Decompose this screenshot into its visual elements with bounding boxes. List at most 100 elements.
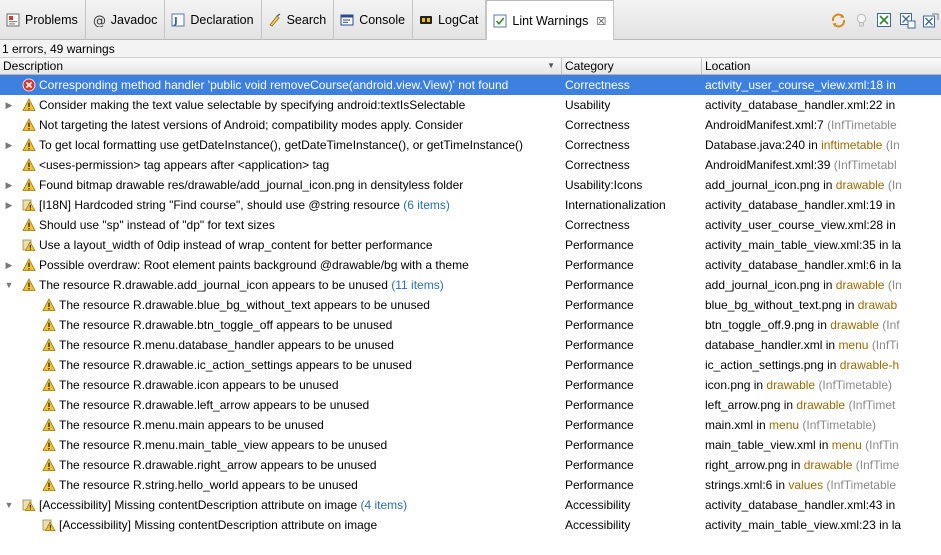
table-row[interactable]: ▶ Found bitmap drawable res/drawable/add_… <box>0 175 941 195</box>
row-location-file: main_table_view.xml in <box>705 438 829 452</box>
row-location-file: add_journal_icon.png in <box>705 278 833 292</box>
expanded-triangle-icon[interactable]: ▼ <box>3 495 15 515</box>
tab-search[interactable]: Search <box>262 0 335 40</box>
table-row[interactable]: The resource R.menu.main appears to be u… <box>0 415 941 435</box>
table-row[interactable]: ▶ To get local formatting use getDateInst… <box>0 135 941 155</box>
row-category-cell: Correctness <box>565 218 630 232</box>
warning-icon <box>22 258 36 272</box>
row-location-cell: activity_user_course_view.xml:28 in <box>702 215 941 235</box>
row-category-cell: Correctness <box>565 118 630 132</box>
row-item-count: (6 items) <box>403 198 450 212</box>
row-description-cell: The resource R.drawable.right_arrow appe… <box>0 455 562 475</box>
table-row[interactable]: The resource R.drawable.left_arrow appea… <box>0 395 941 415</box>
row-location-cell: activity_database_handler.xml:6 in la <box>702 255 941 275</box>
row-description-cell: Should use "sp" instead of "dp" for text… <box>0 215 562 235</box>
row-location-folder: menu <box>769 418 800 432</box>
row-message-text: The resource R.menu.main appears to be u… <box>59 418 324 432</box>
table-row[interactable]: The resource R.drawable.blue_bg_without_… <box>0 295 941 315</box>
refresh-icon[interactable] <box>830 12 847 29</box>
table-row[interactable]: Corresponding method handler 'public voi… <box>0 75 941 95</box>
row-message: The resource R.drawable.blue_bg_without_… <box>59 295 430 315</box>
error-icon <box>22 78 36 92</box>
collapsed-triangle-icon[interactable]: ▶ <box>3 135 15 155</box>
row-message-text: The resource R.drawable.ic_action_settin… <box>59 358 412 372</box>
table-row[interactable]: The resource R.drawable.ic_action_settin… <box>0 355 941 375</box>
table-row[interactable]: <uses-permission> tag appears after <app… <box>0 155 941 175</box>
table-row[interactable]: The resource R.drawable.icon appears to … <box>0 375 941 395</box>
row-message: Possible overdraw: Root element paints b… <box>39 255 469 275</box>
row-message-text: Use a layout_width of 0dip instead of wr… <box>39 238 433 252</box>
row-location-project: (InfTime <box>855 458 900 472</box>
warning-icon <box>22 158 36 172</box>
row-location-cell: btn_toggle_off.9.png in drawable (Inf <box>702 315 941 335</box>
tab-console[interactable]: Console <box>334 0 414 40</box>
table-row[interactable]: ▶ Possible overdraw: Root element paints … <box>0 255 941 275</box>
warning-icon <box>22 238 36 252</box>
row-description-cell: ▶ Found bitmap drawable res/drawable/add_… <box>0 175 562 195</box>
row-location-file: main.xml in <box>705 418 766 432</box>
warning-icon <box>42 418 56 432</box>
svg-text:@: @ <box>93 14 106 27</box>
table-row[interactable]: The resource R.string.hello_world appear… <box>0 475 941 495</box>
row-category-cell: Performance <box>565 458 634 472</box>
table-row[interactable]: Should use "sp" instead of "dp" for text… <box>0 215 941 235</box>
row-message-text: <uses-permission> tag appears after <app… <box>39 158 330 172</box>
tab-label: Javadoc <box>110 13 158 27</box>
column-header-category[interactable]: Category <box>562 58 702 74</box>
row-message: Corresponding method handler 'public voi… <box>39 75 508 95</box>
close-icon[interactable]: ☒ <box>596 15 606 28</box>
expanded-triangle-icon[interactable]: ▼ <box>3 275 15 295</box>
table-row[interactable]: Use a layout_width of 0dip instead of wr… <box>0 235 941 255</box>
tab-logcat[interactable]: LogCat <box>413 0 487 40</box>
collapsed-triangle-icon[interactable]: ▶ <box>3 195 15 215</box>
declaration-icon: J <box>171 13 185 27</box>
ignore-icon[interactable] <box>899 12 916 29</box>
table-row[interactable]: ▼ The resource R.drawable.add_journal_ico… <box>0 275 941 295</box>
row-category-cell: Performance <box>565 418 634 432</box>
row-message: [Accessibility] Missing contentDescripti… <box>59 515 377 535</box>
row-message-text: Corresponding method handler 'public voi… <box>39 78 509 92</box>
tab-javadoc[interactable]: @ Javadoc <box>86 0 166 40</box>
table-row[interactable]: The resource R.drawable.right_arrow appe… <box>0 455 941 475</box>
table-row[interactable]: [Accessibility] Missing contentDescripti… <box>0 515 941 535</box>
row-location-cell: main_table_view.xml in menu (InfTin <box>702 435 941 455</box>
collapsed-triangle-icon[interactable]: ▶ <box>3 175 15 195</box>
row-location-file: Database.java:240 in <box>705 138 818 152</box>
row-message-text: Not targeting the latest versions of And… <box>39 118 463 132</box>
row-message: The resource R.string.hello_world appear… <box>59 475 358 495</box>
row-category-cell: Performance <box>565 478 634 492</box>
row-location-folder: drawable <box>803 458 853 472</box>
warning-icon <box>22 218 36 232</box>
table-row[interactable]: ▶ [I18N] Hardcoded string "Find course", … <box>0 195 941 215</box>
row-description-cell: The resource R.drawable.left_arrow appea… <box>0 395 562 415</box>
collapsed-triangle-icon[interactable]: ▶ <box>3 95 15 115</box>
tab-lint-warnings[interactable]: Lint Warnings ☒ <box>486 0 615 41</box>
table-row[interactable]: The resource R.drawable.btn_toggle_off a… <box>0 315 941 335</box>
row-category-cell: Performance <box>565 238 634 252</box>
ignore-all-icon[interactable] <box>922 12 939 29</box>
table-row[interactable]: ▼ [Accessibility] Missing contentDescript… <box>0 495 941 515</box>
lightbulb-icon[interactable] <box>853 12 870 29</box>
warning-icon <box>42 438 56 452</box>
warning-icon <box>42 458 56 472</box>
row-location-project: (InfTimet <box>848 398 896 412</box>
row-location-project: (InfTi <box>871 338 899 352</box>
tab-declaration[interactable]: J Declaration <box>165 0 262 40</box>
table-row[interactable]: The resource R.menu.main_table_view appe… <box>0 435 941 455</box>
fix-icon[interactable] <box>876 12 893 29</box>
row-location-cell: left_arrow.png in drawable (InfTimet <box>702 395 941 415</box>
row-location-file: right_arrow.png in <box>705 458 801 472</box>
row-location-folder: inftimetable <box>821 138 883 152</box>
table-row[interactable]: ▶ Consider making the text value selectab… <box>0 95 941 115</box>
sort-down-icon: ▼ <box>547 61 555 70</box>
column-header-location[interactable]: Location <box>702 58 941 74</box>
column-header-description[interactable]: Description ▼ <box>0 58 562 74</box>
collapsed-triangle-icon[interactable]: ▶ <box>3 255 15 275</box>
table-row[interactable]: The resource R.menu.database_handler app… <box>0 335 941 355</box>
row-message: The resource R.drawable.add_journal_icon… <box>39 275 444 295</box>
tab-problems[interactable]: Problems <box>0 0 86 40</box>
table-row[interactable]: Not targeting the latest versions of And… <box>0 115 941 135</box>
console-icon <box>340 13 354 27</box>
row-location-file: blue_bg_without_text.png in <box>705 298 855 312</box>
row-location-folder: drawable <box>766 378 816 392</box>
